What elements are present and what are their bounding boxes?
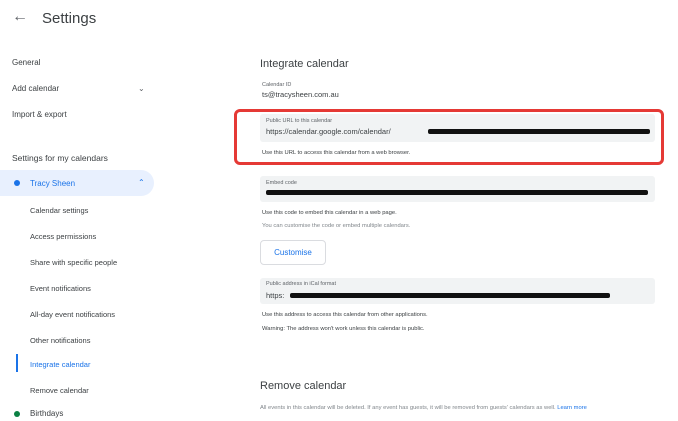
integrate-calendar-section: Integrate calendar Calendar ID ts@tracys… [260,48,670,421]
embed-code-field[interactable]: Embed code [260,176,655,202]
calendar-color-dot [14,180,20,186]
ical-address-label: Public address in iCal format [266,281,337,287]
birthdays-color-dot [14,411,20,417]
remove-calendar-description: All events in this calendar will be dele… [260,404,660,413]
sidebar-calendar-tracy-sheen[interactable]: Tracy Sheen ⌃ [0,170,154,196]
ical-address-field[interactable]: Public address in iCal format https: [260,278,655,304]
chevron-down-icon[interactable]: ⌄ [138,84,145,93]
sidebar-item-calendar-settings[interactable]: Calendar settings [30,206,88,215]
section-title: Integrate calendar [260,58,349,70]
back-arrow-icon[interactable]: ← [12,8,28,26]
chevron-up-icon[interactable]: ⌃ [138,178,145,187]
sidebar-item-add-calendar[interactable]: Add calendar [12,84,59,93]
calendar-id-label: Calendar ID [262,82,292,88]
ical-warning: Warning: The address won't work unless t… [262,326,425,332]
remove-calendar-title: Remove calendar [260,380,347,392]
remove-description-text: All events in this calendar will be dele… [260,405,556,411]
ical-address-value: https: [266,291,285,300]
learn-more-link[interactable]: Learn more [557,405,587,411]
highlight-annotation [234,109,664,165]
sidebar-item-integrate-calendar[interactable]: Integrate calendar [30,360,90,369]
sidebar-item-general[interactable]: General [12,58,40,67]
sidebar-item-access-permissions[interactable]: Access permissions [30,232,96,241]
embed-code-label: Embed code [266,180,297,186]
redaction-bar [290,293,610,298]
top-bar: ← Settings [0,0,678,40]
sidebar-item-share-specific-people[interactable]: Share with specific people [30,258,117,267]
sidebar-item-remove-calendar[interactable]: Remove calendar [30,386,89,395]
settings-sidebar: General Add calendar ⌄ Import & export S… [0,48,170,421]
sidebar-section-title: Settings for my calendars [12,153,108,163]
sidebar-item-event-notifications[interactable]: Event notifications [30,284,91,293]
customise-button[interactable]: Customise [260,240,326,265]
embed-hint: Use this code to embed this calendar in … [262,210,397,216]
page-title: Settings [42,10,97,27]
sidebar-item-import-export[interactable]: Import & export [12,110,67,119]
active-indicator [16,354,18,372]
redaction-bar [266,190,648,195]
embed-hint-secondary: You can customise the code or embed mult… [262,223,411,229]
calendar-name: Tracy Sheen [30,179,76,188]
sidebar-item-all-day-notifications[interactable]: All-day event notifications [30,310,115,319]
sidebar-calendar-birthdays[interactable]: Birthdays [30,409,63,418]
ical-hint: Use this address to access this calendar… [262,312,428,318]
sidebar-item-other-notifications[interactable]: Other notifications [30,336,90,345]
calendar-id-value: ts@tracysheen.com.au [262,90,339,99]
